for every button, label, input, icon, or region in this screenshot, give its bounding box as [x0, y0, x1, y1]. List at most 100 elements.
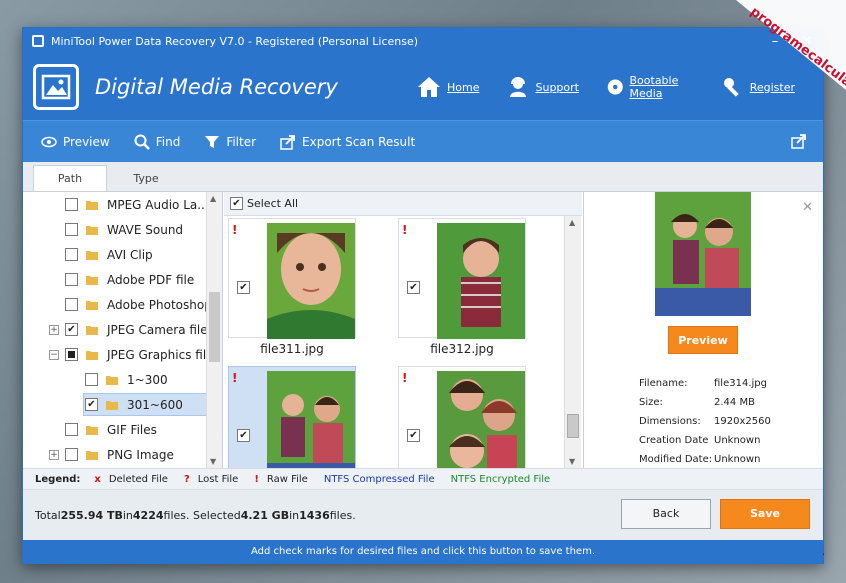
info-dimensions: Dimensions: 1920x2560	[639, 416, 771, 427]
nav-bootable-media[interactable]: Bootable Media	[607, 74, 694, 100]
home-icon	[418, 77, 440, 97]
scroll-down-icon[interactable]: ▼	[569, 457, 575, 466]
file-name: file311.jpg	[260, 342, 324, 356]
scroll-thumb[interactable]	[209, 292, 220, 362]
file-scrollbar[interactable]: ▲ ▼	[564, 216, 581, 468]
tree-item[interactable]: − JPEG Graphics file	[23, 342, 214, 367]
file-tile[interactable]: ! ✔	[228, 218, 356, 339]
file-checkbox[interactable]: ✔	[237, 281, 250, 294]
select-all-bar: ✔ Select All	[224, 192, 582, 216]
info-filename: Filename: file314.jpg	[639, 378, 767, 389]
file-name: file312.jpg	[430, 342, 494, 356]
tree-checkbox[interactable]	[65, 198, 78, 211]
folder-icon	[106, 400, 118, 410]
info-modified-date: Modified Date: Unknown	[639, 454, 761, 465]
collapse-icon[interactable]: −	[49, 349, 59, 360]
tree-checkbox[interactable]: ✔	[85, 398, 98, 411]
thumbnail-image	[267, 223, 355, 339]
info-size: Size: 2.44 MB	[639, 397, 755, 408]
tree-item[interactable]: AVI Clip	[23, 242, 206, 267]
folder-icon	[86, 325, 98, 335]
select-all-label: Select All	[247, 197, 299, 210]
content-area: MPEG Audio La... WAVE Sound AVI Clip Ado…	[23, 192, 823, 487]
tree-item[interactable]: GIF Files	[23, 417, 206, 442]
select-all-checkbox[interactable]: ✔	[230, 197, 243, 210]
raw-file-marker: !	[232, 223, 238, 237]
file-checkbox[interactable]: ✔	[237, 429, 250, 442]
folder-icon	[86, 300, 98, 310]
filter-toolbar-button[interactable]: Filter	[204, 134, 256, 150]
close-icon[interactable]: ✕	[802, 200, 813, 215]
folder-icon	[86, 425, 98, 435]
tree-checkbox[interactable]	[65, 273, 78, 286]
info-creation-date: Creation Date Unknown	[639, 435, 761, 446]
tree-checkbox[interactable]	[65, 248, 78, 261]
preview-button[interactable]: Preview	[668, 326, 738, 354]
raw-file-marker: !	[232, 371, 238, 385]
legend-ntfs-encrypted: NTFS Encrypted File	[450, 473, 551, 485]
tree-checkbox[interactable]	[65, 223, 78, 236]
scroll-down-icon[interactable]: ▼	[210, 457, 216, 466]
tree-checkbox[interactable]	[65, 348, 78, 361]
app-icon	[31, 34, 45, 48]
preview-image	[655, 192, 751, 316]
window-title: MiniTool Power Data Recovery V7.0 - Regi…	[51, 34, 419, 48]
scroll-up-icon[interactable]: ▲	[569, 218, 575, 227]
legend-bar: Legend: x Deleted File ? Lost File ! Raw Fi…	[23, 468, 823, 490]
tree-checkbox[interactable]	[65, 448, 78, 461]
legend-deleted: x Deleted File	[94, 473, 168, 485]
image-icon	[33, 64, 79, 110]
filter-icon	[205, 135, 220, 148]
tree-checkbox[interactable]	[85, 373, 98, 386]
file-grid: ✔ Select All ! ✔ file311.jpg ! ✔ file312…	[224, 192, 582, 487]
eye-icon	[41, 136, 57, 147]
tree-item[interactable]: Adobe Photoshop	[23, 292, 212, 317]
scroll-thumb[interactable]	[567, 414, 579, 438]
raw-file-marker: !	[402, 223, 408, 237]
legend-lost: ? Lost File	[183, 473, 239, 485]
module-title: Digital Media Recovery	[95, 75, 338, 99]
tree-checkbox[interactable]	[65, 298, 78, 311]
toolbar: Preview Find Filter Export Scan Result	[23, 120, 823, 162]
file-tile[interactable]: ! ✔	[398, 218, 526, 339]
expand-icon[interactable]: +	[49, 324, 59, 335]
disc-icon	[607, 79, 623, 95]
save-button[interactable]: Save	[720, 499, 810, 529]
thumbnail-image	[437, 223, 525, 339]
file-checkbox[interactable]: ✔	[407, 429, 420, 442]
tree-scrollbar[interactable]: ▲ ▼	[206, 192, 222, 468]
nav-support[interactable]: Support	[507, 76, 579, 98]
support-icon	[510, 77, 527, 97]
scroll-up-icon[interactable]: ▲	[210, 194, 216, 203]
preview-toolbar-button[interactable]: Preview	[41, 135, 110, 149]
tree-checkbox[interactable]: ✔	[65, 323, 78, 336]
tree-item[interactable]: WAVE Sound	[23, 217, 206, 242]
legend-raw: ! Raw File	[254, 473, 308, 485]
tab-type[interactable]: Type	[109, 167, 183, 191]
tab-path[interactable]: Path	[33, 165, 107, 191]
tree-checkbox[interactable]	[65, 423, 78, 436]
tree-item[interactable]: + PNG Image	[23, 442, 206, 467]
share-icon[interactable]	[791, 133, 807, 152]
file-checkbox[interactable]: ✔	[407, 281, 420, 294]
watermark-logo: programecalculator.ro	[696, 0, 846, 110]
expand-icon[interactable]: +	[49, 449, 59, 460]
folder-icon	[86, 225, 98, 235]
folder-icon	[86, 200, 98, 210]
tree-item[interactable]: + ✔ JPEG Camera file	[23, 317, 208, 342]
folder-icon	[86, 350, 98, 360]
tree-item-selected[interactable]: ✔ 301~600	[23, 392, 207, 417]
view-tabs: Path Type	[23, 162, 823, 192]
tree-item[interactable]: 1~300	[23, 367, 206, 392]
back-button[interactable]: Back	[621, 499, 711, 529]
folder-icon	[86, 275, 98, 285]
raw-file-marker: !	[402, 371, 408, 385]
folder-tree: MPEG Audio La... WAVE Sound AVI Clip Ado…	[23, 192, 223, 468]
find-toolbar-button[interactable]: Find	[134, 134, 180, 150]
tree-item[interactable]: MPEG Audio La...	[23, 192, 209, 217]
tree-item[interactable]: Adobe PDF file	[23, 267, 206, 292]
export-scan-result-button[interactable]: Export Scan Result	[280, 134, 415, 150]
folder-icon	[86, 250, 98, 260]
folder-icon	[106, 375, 118, 385]
nav-home[interactable]: Home	[417, 76, 479, 98]
